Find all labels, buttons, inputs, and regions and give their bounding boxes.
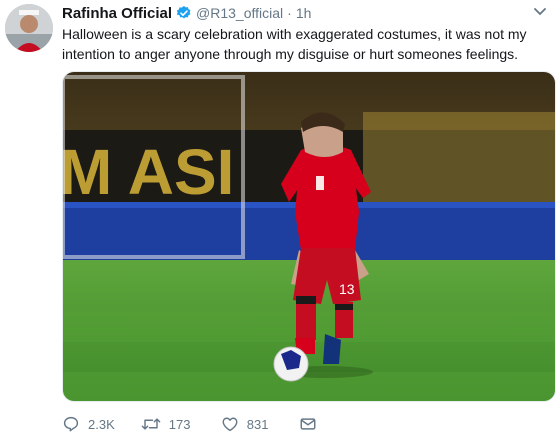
like-button[interactable]: 831: [221, 415, 273, 433]
heart-icon: [222, 417, 238, 432]
football: [273, 346, 309, 382]
like-count: 831: [246, 416, 269, 432]
retweet-button[interactable]: 173: [141, 415, 195, 433]
football-photo: M ASI 13: [63, 72, 555, 401]
author-name[interactable]: Rafinha Official: [62, 5, 172, 22]
retweet-count: 173: [168, 416, 191, 432]
tweet-photo[interactable]: M ASI 13: [62, 71, 556, 402]
reply-icon: [63, 416, 79, 432]
author-handle[interactable]: @R13_official: [196, 5, 283, 21]
reply-button[interactable]: 2.3K: [62, 415, 115, 433]
tweet[interactable]: Rafinha Official @R13_official · 1h Hall…: [0, 0, 560, 437]
retweet-icon: [141, 418, 161, 430]
direct-message-button[interactable]: [299, 415, 325, 433]
avatar-image: [5, 4, 53, 52]
tweet-text: Halloween is a scary celebration with ex…: [62, 26, 527, 62]
separator-dot: ·: [287, 5, 292, 21]
tweet-timestamp[interactable]: 1h: [296, 5, 312, 21]
stadium-banner: M ASI: [63, 136, 234, 208]
tweet-actions: 2.3K 173 831: [62, 412, 351, 436]
player-number: 13: [339, 281, 355, 297]
reply-count: 2.3K: [88, 416, 115, 432]
tweet-header: Rafinha Official @R13_official · 1h: [62, 3, 311, 23]
chevron-down-icon[interactable]: [532, 6, 548, 18]
verified-badge-icon: [176, 5, 192, 21]
envelope-icon: [300, 418, 316, 430]
avatar[interactable]: [5, 4, 53, 52]
